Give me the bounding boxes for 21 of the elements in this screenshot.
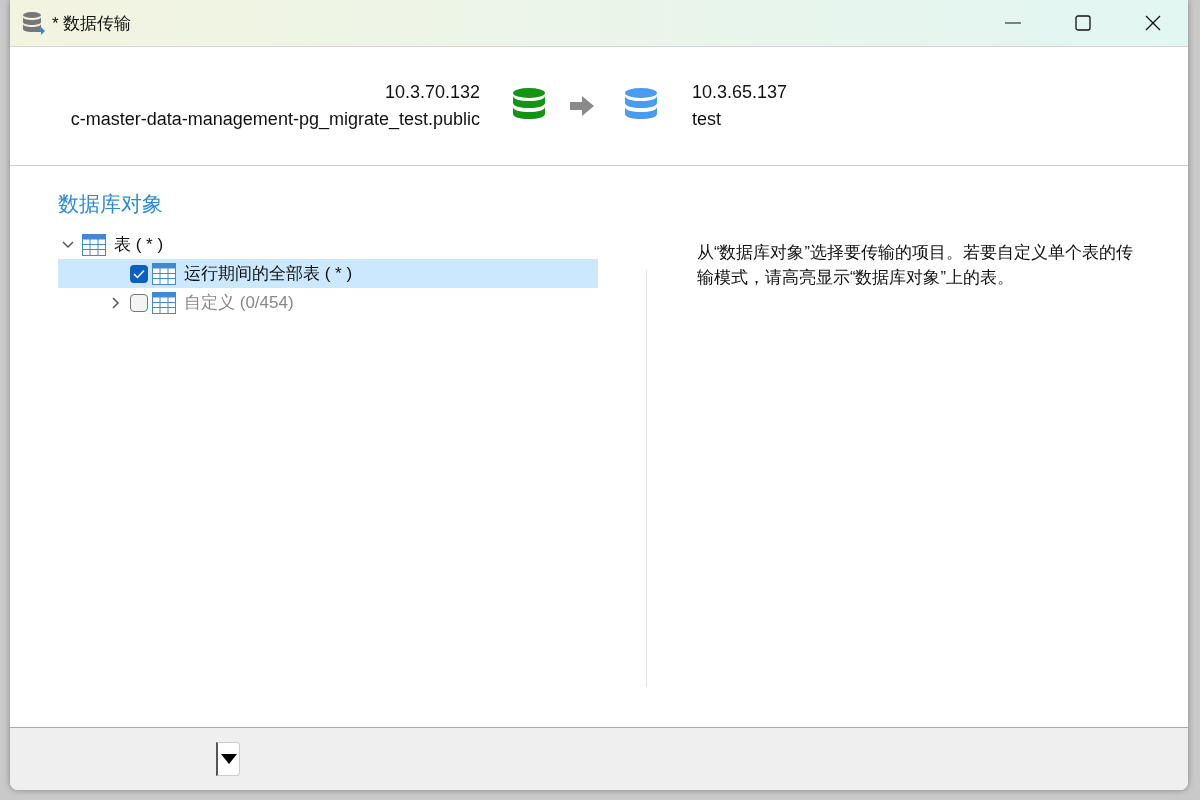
caret-down-icon <box>220 754 237 764</box>
window-title: * 数据传输 <box>52 12 133 35</box>
target-name: test <box>692 109 721 130</box>
source-name: c-master-data-management-pg_migrate_test.public <box>70 109 480 130</box>
database-transfer-icon <box>22 11 46 35</box>
maximize-icon <box>1075 15 1091 31</box>
checkmark-icon <box>133 268 145 279</box>
table-icon <box>152 291 176 314</box>
source-host: 10.3.70.132 <box>384 82 480 103</box>
section-title: 数据库对象 <box>58 191 163 217</box>
help-text: 从“数据库对象”选择要传输的项目。若要自定义单个表的传输模式，请高亮显示“数据库对象”上的表。 <box>697 242 1134 288</box>
tree-item[interactable]: 表 ( * ) <box>58 230 598 259</box>
dropdown-button[interactable] <box>216 742 240 776</box>
target-host: 10.3.65.137 <box>692 82 788 103</box>
tree-item[interactable]: 运行期间的全部表 ( * ) <box>58 259 598 288</box>
table-icon <box>152 262 176 285</box>
minimize-icon <box>1005 22 1021 24</box>
arrow-right-icon <box>570 96 594 116</box>
table-icon <box>82 233 106 256</box>
close-icon <box>1145 15 1161 31</box>
checkbox[interactable] <box>130 264 148 283</box>
